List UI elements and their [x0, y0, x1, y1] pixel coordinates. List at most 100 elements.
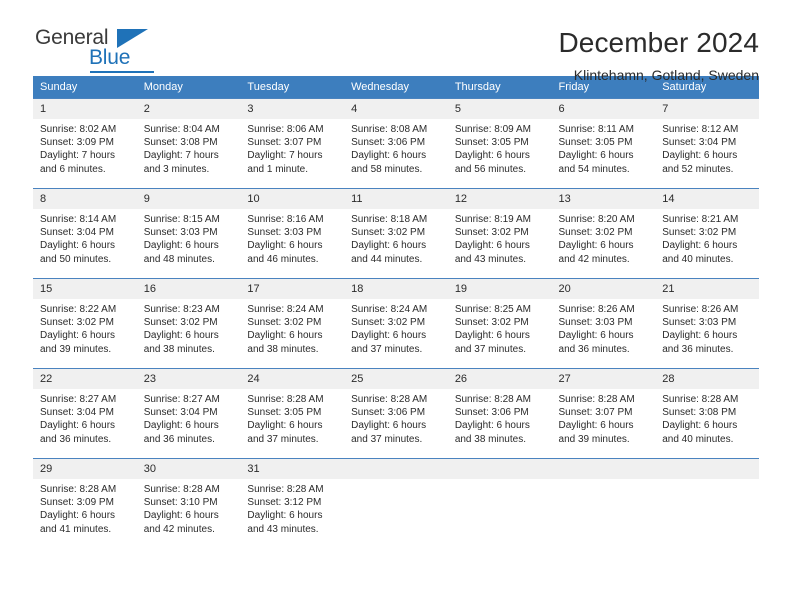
daylight-duration-line1: Daylight: 6 hours: [247, 420, 323, 432]
sunset-time: Sunset: 3:09 PM: [40, 137, 114, 149]
calendar-day-cell[interactable]: 26 Sunrise: 8:28 AM Sunset: 3:06 PM Dayligh…: [447, 368, 552, 459]
calendar-day-cell[interactable]: 4 Sunrise: 8:08 AM Sunset: 3:06 PM Daylight…: [344, 98, 448, 189]
calendar-day-cell[interactable]: 20 Sunrise: 8:26 AM Sunset: 3:03 PM Dayligh…: [551, 278, 656, 369]
calendar-day-cell[interactable]: 12 Sunrise: 8:19 AM Sunset: 3:02 PM Dayligh…: [447, 188, 552, 279]
calendar-day-cell[interactable]: 14 Sunrise: 8:21 AM Sunset: 3:02 PM Dayligh…: [655, 188, 759, 279]
calendar-page: General Blue December 2024 Klintehamn, G…: [0, 0, 792, 612]
daylight-duration-line1: Daylight: 6 hours: [454, 330, 530, 342]
day-number: 14: [655, 189, 759, 209]
sunrise-time: Sunrise: 8:24 AM: [247, 304, 324, 315]
weekday-header-tuesday: Tuesday: [240, 76, 345, 99]
calendar-day-cell[interactable]: 29 Sunrise: 8:28 AM Sunset: 3:09 PM Dayligh…: [33, 458, 137, 549]
day-details: Sunrise: 8:02 AM Sunset: 3:09 PM Daylight:…: [33, 119, 137, 176]
sunset-time: Sunset: 3:03 PM: [143, 227, 218, 239]
daylight-duration-line2: and 48 minutes.: [143, 253, 215, 265]
calendar-day-cell[interactable]: 2 Sunrise: 8:04 AM Sunset: 3:08 PM Daylight…: [136, 98, 241, 189]
calendar-week-row: 1 Sunrise: 8:02 AM Sunset: 3:09 PM Daylight…: [33, 98, 759, 189]
weekday-header-sunday: Sunday: [33, 76, 137, 99]
day-number: [655, 459, 759, 479]
calendar-day-cell[interactable]: 15 Sunrise: 8:22 AM Sunset: 3:02 PM Dayligh…: [33, 278, 137, 369]
daylight-duration-line2: and 42 minutes.: [143, 523, 215, 535]
calendar-empty-cell: [551, 458, 656, 549]
day-details: Sunrise: 8:18 AM Sunset: 3:02 PM Daylight:…: [344, 209, 448, 266]
calendar-week-row: 29 Sunrise: 8:28 AM Sunset: 3:09 PM Dayligh…: [33, 458, 759, 549]
sunrise-time: Sunrise: 8:27 AM: [143, 394, 220, 405]
calendar-day-cell[interactable]: 9 Sunrise: 8:15 AM Sunset: 3:03 PM Daylight…: [136, 188, 241, 279]
daylight-duration-line1: Daylight: 6 hours: [143, 330, 219, 342]
calendar-day-cell[interactable]: 16 Sunrise: 8:23 AM Sunset: 3:02 PM Dayligh…: [136, 278, 241, 369]
daylight-duration-line2: and 43 minutes.: [454, 253, 526, 265]
sunset-time: Sunset: 3:12 PM: [247, 497, 322, 509]
sunrise-time: Sunrise: 8:19 AM: [454, 214, 531, 225]
calendar-day-cell[interactable]: 5 Sunrise: 8:09 AM Sunset: 3:05 PM Daylight…: [447, 98, 552, 189]
sunrise-time: Sunrise: 8:02 AM: [40, 124, 117, 135]
sunrise-time: Sunrise: 8:06 AM: [247, 124, 324, 135]
calendar-day-cell[interactable]: 24 Sunrise: 8:28 AM Sunset: 3:05 PM Dayligh…: [240, 368, 345, 459]
sunset-time: Sunset: 3:05 PM: [247, 407, 322, 419]
sunrise-time: Sunrise: 8:04 AM: [143, 124, 220, 135]
calendar-day-cell[interactable]: 25 Sunrise: 8:28 AM Sunset: 3:06 PM Dayligh…: [344, 368, 448, 459]
daylight-duration-line2: and 41 minutes.: [40, 523, 112, 535]
calendar-day-cell[interactable]: 17 Sunrise: 8:24 AM Sunset: 3:02 PM Dayligh…: [240, 278, 345, 369]
calendar-day-cell[interactable]: 28 Sunrise: 8:28 AM Sunset: 3:08 PM Dayligh…: [655, 368, 759, 459]
calendar-day-cell[interactable]: 23 Sunrise: 8:27 AM Sunset: 3:04 PM Dayligh…: [136, 368, 241, 459]
day-number: 8: [33, 189, 137, 209]
sunset-time: Sunset: 3:10 PM: [143, 497, 218, 509]
day-details: Sunrise: 8:16 AM Sunset: 3:03 PM Daylight:…: [240, 209, 344, 266]
calendar-empty-cell: [655, 458, 759, 549]
day-number: [344, 459, 448, 479]
day-details: Sunrise: 8:28 AM Sunset: 3:06 PM Daylight:…: [448, 389, 552, 446]
general-blue-logo[interactable]: General Blue: [33, 26, 163, 74]
day-number: 15: [33, 279, 137, 299]
daylight-duration-line2: and 39 minutes.: [558, 433, 630, 445]
daylight-duration-line2: and 50 minutes.: [40, 253, 112, 265]
day-number: 9: [136, 189, 241, 209]
day-details: Sunrise: 8:11 AM Sunset: 3:05 PM Daylight:…: [552, 119, 656, 176]
daylight-duration-line2: and 37 minutes.: [454, 343, 526, 355]
day-details: Sunrise: 8:24 AM Sunset: 3:02 PM Daylight:…: [344, 299, 448, 356]
calendar-day-cell[interactable]: 18 Sunrise: 8:24 AM Sunset: 3:02 PM Dayligh…: [344, 278, 448, 369]
daylight-duration-line1: Daylight: 6 hours: [558, 150, 634, 162]
day-number: 25: [344, 369, 448, 389]
calendar-day-cell[interactable]: 21 Sunrise: 8:26 AM Sunset: 3:03 PM Dayligh…: [655, 278, 759, 369]
sunset-time: Sunset: 3:02 PM: [558, 227, 633, 239]
calendar-day-cell[interactable]: 10 Sunrise: 8:16 AM Sunset: 3:03 PM Dayligh…: [240, 188, 345, 279]
sunset-time: Sunset: 3:04 PM: [40, 227, 114, 239]
sunset-time: Sunset: 3:02 PM: [662, 227, 737, 239]
calendar-day-cell[interactable]: 19 Sunrise: 8:25 AM Sunset: 3:02 PM Dayligh…: [447, 278, 552, 369]
calendar-day-cell[interactable]: 13 Sunrise: 8:20 AM Sunset: 3:02 PM Dayligh…: [551, 188, 656, 279]
sunset-time: Sunset: 3:02 PM: [40, 317, 114, 329]
calendar-day-cell[interactable]: 31 Sunrise: 8:28 AM Sunset: 3:12 PM Dayligh…: [240, 458, 345, 549]
calendar-day-cell[interactable]: 22 Sunrise: 8:27 AM Sunset: 3:04 PM Dayligh…: [33, 368, 137, 459]
day-details: Sunrise: 8:04 AM Sunset: 3:08 PM Daylight:…: [137, 119, 241, 176]
weekday-header-monday: Monday: [136, 76, 241, 99]
daylight-duration-line2: and 44 minutes.: [351, 253, 423, 265]
sunset-time: Sunset: 3:03 PM: [247, 227, 322, 239]
sunset-time: Sunset: 3:02 PM: [143, 317, 218, 329]
day-number: 22: [33, 369, 137, 389]
calendar-day-cell[interactable]: 7 Sunrise: 8:12 AM Sunset: 3:04 PM Daylight…: [655, 98, 759, 189]
daylight-duration-line1: Daylight: 6 hours: [247, 240, 323, 252]
calendar-empty-cell: [447, 458, 552, 549]
calendar-day-cell[interactable]: 6 Sunrise: 8:11 AM Sunset: 3:05 PM Daylight…: [551, 98, 656, 189]
sunset-time: Sunset: 3:06 PM: [351, 407, 426, 419]
day-number: 7: [655, 99, 759, 119]
day-details: [448, 479, 552, 483]
calendar-day-cell[interactable]: 27 Sunrise: 8:28 AM Sunset: 3:07 PM Dayligh…: [551, 368, 656, 459]
day-number: 13: [551, 189, 656, 209]
daylight-duration-line1: Daylight: 6 hours: [351, 420, 427, 432]
calendar-day-cell[interactable]: 8 Sunrise: 8:14 AM Sunset: 3:04 PM Daylight…: [33, 188, 137, 279]
daylight-duration-line1: Daylight: 6 hours: [662, 330, 738, 342]
sunrise-time: Sunrise: 8:28 AM: [454, 394, 531, 405]
daylight-duration-line1: Daylight: 6 hours: [247, 510, 323, 522]
calendar-day-cell[interactable]: 30 Sunrise: 8:28 AM Sunset: 3:10 PM Dayligh…: [136, 458, 241, 549]
calendar-day-cell[interactable]: 11 Sunrise: 8:18 AM Sunset: 3:02 PM Dayligh…: [344, 188, 448, 279]
calendar-day-cell[interactable]: 1 Sunrise: 8:02 AM Sunset: 3:09 PM Daylight…: [33, 98, 137, 189]
day-number: 26: [447, 369, 552, 389]
sunrise-time: Sunrise: 8:28 AM: [351, 394, 428, 405]
daylight-duration-line1: Daylight: 6 hours: [40, 510, 116, 522]
sunset-time: Sunset: 3:04 PM: [143, 407, 218, 419]
day-details: Sunrise: 8:26 AM Sunset: 3:03 PM Daylight:…: [552, 299, 656, 356]
calendar-day-cell[interactable]: 3 Sunrise: 8:06 AM Sunset: 3:07 PM Daylight…: [240, 98, 345, 189]
sunset-time: Sunset: 3:02 PM: [454, 317, 529, 329]
